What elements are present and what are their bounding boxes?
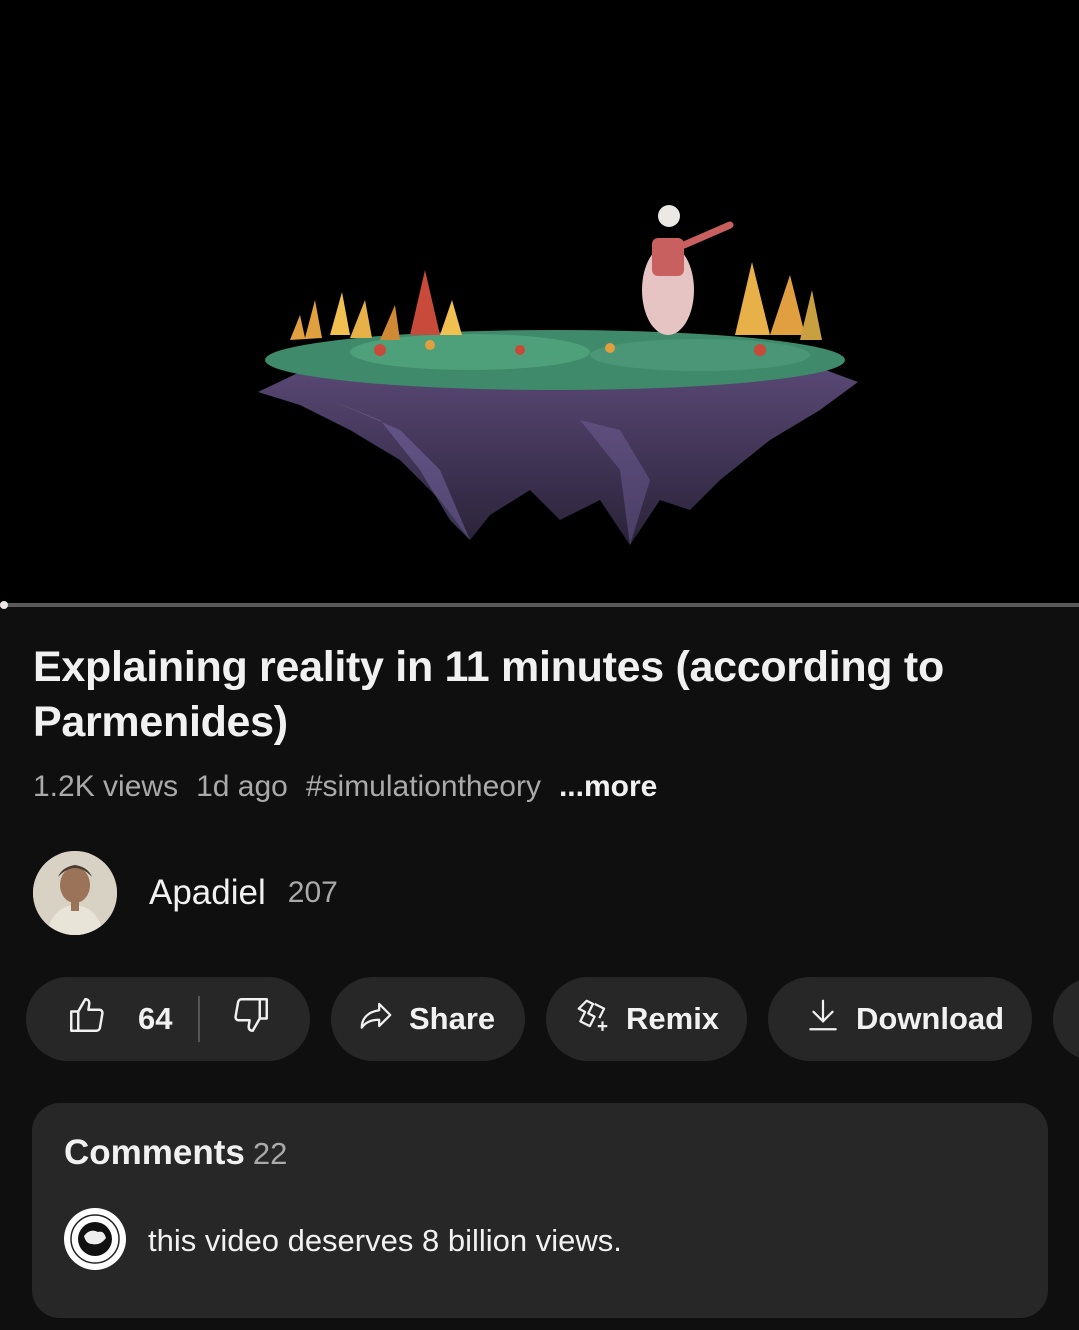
progress-scrubber[interactable] [0,601,8,609]
progress-bar[interactable] [0,603,1079,607]
comments-count: 22 [252,1136,288,1171]
thumbs-down-icon[interactable] [230,994,272,1044]
like-count[interactable]: 64 [138,1001,172,1037]
share-arrow-icon [357,996,395,1042]
download-button[interactable]: Download [768,977,1032,1061]
download-label: Download [856,1001,1005,1036]
channel-avatar[interactable] [33,851,117,935]
download-icon [804,996,842,1042]
commenter-avatar [64,1208,126,1270]
channel-row[interactable]: Apadiel 207 [33,851,338,935]
video-frame [0,0,1079,604]
share-label: Share [409,1001,496,1036]
hashtag-link[interactable]: #simulationtheory [306,770,541,804]
remix-icon [574,996,612,1042]
more-button[interactable]: ...more [559,770,657,804]
comments-header: Comments 22 [64,1133,287,1173]
thumbs-up-icon[interactable] [66,994,108,1044]
channel-name[interactable]: Apadiel [149,873,266,913]
like-divider [198,996,201,1042]
view-count: 1.2K views [33,770,179,803]
like-dislike-group: 64 [26,977,310,1061]
more-actions-button[interactable] [1053,977,1079,1061]
comments-panel[interactable]: Comments 22 this video deserves 8 billion… [32,1103,1048,1318]
share-button[interactable]: Share [331,977,525,1061]
action-bar: 64 Share Remix Download [26,977,1079,1061]
subscriber-count: 207 [287,876,338,909]
avatar-image [33,851,117,935]
remix-button[interactable]: Remix [546,977,747,1061]
top-comment-text: this video deserves 8 billion views. [148,1223,622,1258]
remix-label: Remix [626,1001,720,1036]
video-title[interactable]: Explaining reality in 11 minutes (accord… [33,640,1033,750]
upload-age: 1d ago [196,770,288,803]
video-player[interactable] [0,0,1079,604]
comments-title: Comments [64,1133,245,1172]
video-meta[interactable]: 1.2K views 1d ago #simulationtheory ...m… [33,770,657,804]
